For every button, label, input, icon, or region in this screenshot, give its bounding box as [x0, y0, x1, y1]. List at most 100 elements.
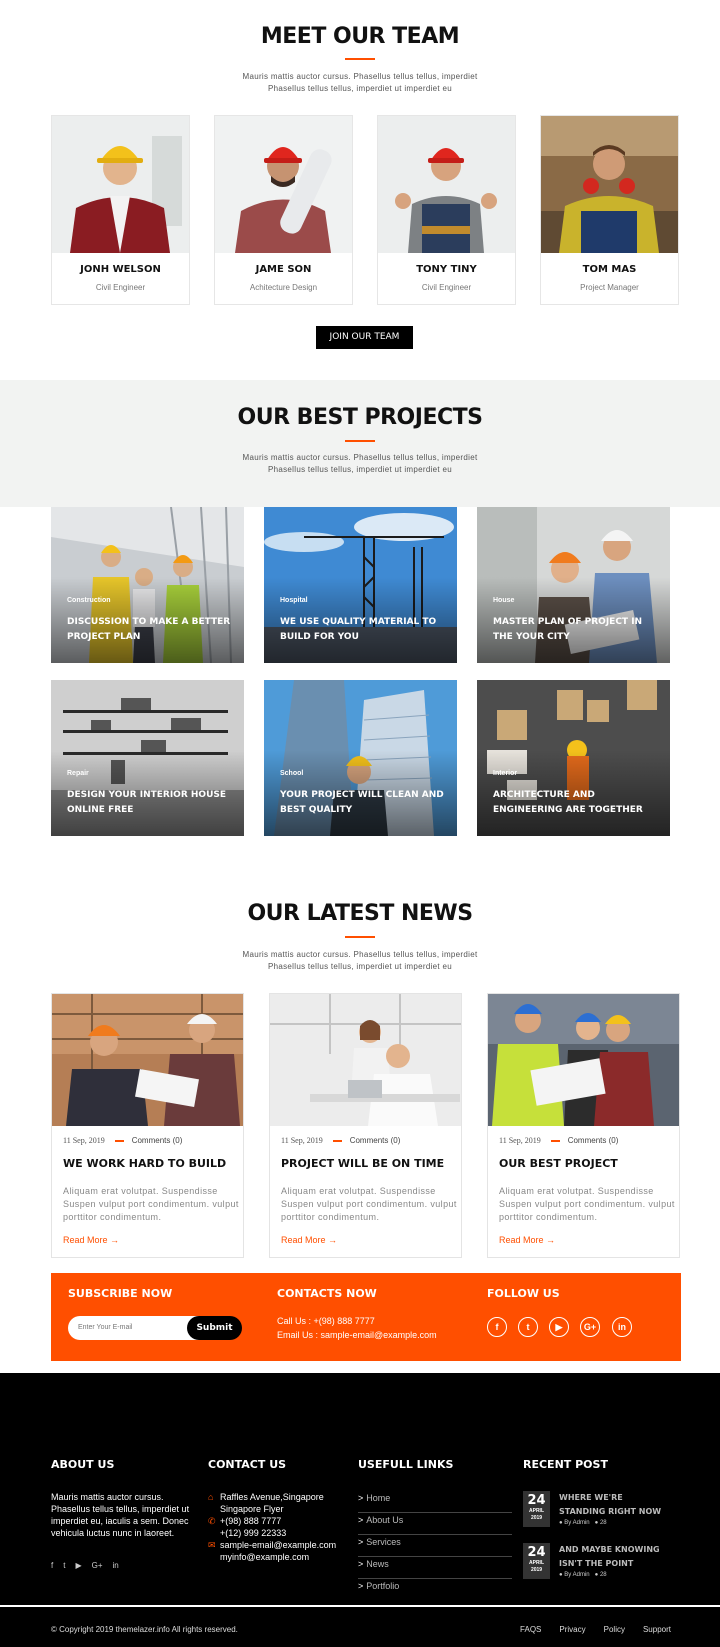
linkedin-icon[interactable]: in [113, 1561, 119, 1570]
subtitle-line: Mauris mattis auctor cursus. Phasellus t… [242, 950, 478, 959]
team-member-card[interactable]: JAME SON Achitecture Design [214, 115, 353, 305]
contact-email[interactable]: Email Us : sample-email@example.com [277, 1330, 437, 1340]
news-card[interactable]: 11 Sep, 2019 Comments (0) WE WORK HARD TO… [51, 993, 244, 1258]
arrow-right-icon: → [328, 1235, 338, 1245]
project-title[interactable]: DISCUSSION TO MAKE A BETTER PROJECT PLAN [67, 615, 232, 645]
project-category[interactable]: Hospital [280, 597, 308, 604]
linkedin-icon[interactable]: in [612, 1317, 632, 1337]
project-card[interactable]: Repair DESIGN YOUR INTERIOR HOUSE ONLINE… [51, 680, 244, 836]
project-title[interactable]: DESIGN YOUR INTERIOR HOUSE ONLINE FREE [67, 788, 232, 818]
footer-social: f t ▶ G+ in [51, 1561, 119, 1570]
team-member-role: Civil Engineer [421, 283, 472, 292]
project-title[interactable]: YOUR PROJECT WILL CLEAN AND BEST QUALITY [280, 788, 445, 818]
email-address[interactable]: myinfo@example.com [220, 1551, 309, 1563]
news-card[interactable]: 11 Sep, 2019 Comments (0) PROJECT WILL BE… [269, 993, 462, 1258]
phone-icon: ✆ [208, 1516, 216, 1526]
news-comments-link[interactable]: Comments (0) [568, 1136, 619, 1145]
team-member-role: Achitecture Design [249, 283, 318, 292]
news-meta: 11 Sep, 2019 Comments (0) [63, 1136, 182, 1145]
join-team-button[interactable]: JOIN OUR TEAM [316, 326, 413, 349]
footer-link-label: Home [366, 1493, 391, 1503]
project-category[interactable]: Repair [67, 770, 89, 777]
youtube-icon[interactable]: ▶ [75, 1561, 81, 1570]
project-card[interactable]: Hospital WE USE QUALITY MATERIAL TO BUIL… [264, 507, 457, 663]
youtube-icon[interactable]: ▶ [549, 1317, 569, 1337]
team-member-photo [215, 116, 352, 253]
read-more-link[interactable]: Read More → [281, 1235, 337, 1245]
news-title[interactable]: PROJECT WILL BE ON TIME [281, 1157, 444, 1170]
subtitle-line: Phasellus tellus tellus, imperdiet ut im… [268, 84, 452, 93]
team-member-photo [52, 116, 189, 253]
team-member-photo [541, 116, 678, 253]
news-date: 11 Sep, 2019 [281, 1136, 323, 1145]
footer-link-news[interactable]: > News [358, 1557, 512, 1579]
footer-divider [0, 1605, 720, 1607]
read-more-link[interactable]: Read More → [499, 1235, 555, 1245]
team-member-card[interactable]: TONY TINY Civil Engineer [377, 115, 516, 305]
facebook-icon[interactable]: f [487, 1317, 507, 1337]
meta-dash [550, 1139, 560, 1142]
news-excerpt: Aliquam erat volutpat. Suspendisse Suspe… [499, 1186, 675, 1222]
twitter-icon[interactable]: t [63, 1561, 65, 1570]
home-icon: ⌂ [208, 1492, 214, 1502]
team-member-name: TONY TINY [416, 264, 477, 275]
projects-header-band [0, 380, 720, 507]
google-plus-icon[interactable]: G+ [580, 1317, 600, 1337]
footer-link-home[interactable]: > Home [358, 1491, 512, 1513]
team-member-name: JAME SON [255, 264, 312, 275]
project-title[interactable]: MASTER PLAN OF PROJECT IN THE YOUR CITY [493, 615, 658, 645]
support-link[interactable]: Support [643, 1625, 671, 1634]
recent-post-title[interactable]: AND MAYBE KNOWING ISN'T THE POINT [559, 1543, 669, 1571]
news-image [52, 994, 243, 1126]
facebook-icon[interactable]: f [51, 1561, 53, 1570]
arrow-right-icon: → [110, 1235, 120, 1245]
privacy-link[interactable]: Privacy [559, 1625, 585, 1634]
subscribe-submit-button[interactable]: Submit [187, 1316, 242, 1340]
news-section-title: OUR LATEST NEWS [247, 901, 473, 926]
read-more-label: Read More [63, 1235, 108, 1245]
project-category[interactable]: House [493, 597, 514, 604]
policy-link[interactable]: Policy [604, 1625, 625, 1634]
project-card[interactable]: Interior ARCHITECTURE AND ENGINEERING AR… [477, 680, 670, 836]
footer-link-about[interactable]: > About Us [358, 1513, 512, 1535]
news-section-subtitle: Mauris mattis auctor cursus. Phasellus t… [0, 949, 720, 973]
news-title[interactable]: WE WORK HARD TO BUILD [63, 1157, 226, 1170]
news-comments-link[interactable]: Comments (0) [350, 1136, 401, 1145]
footer-link-label: News [366, 1559, 389, 1569]
google-plus-icon[interactable]: G+ [92, 1561, 103, 1570]
footer-link-label: Services [366, 1537, 401, 1547]
footer-about-heading: ABOUT US [51, 1458, 115, 1471]
news-card[interactable]: 11 Sep, 2019 Comments (0) OUR BEST PROJEC… [487, 993, 680, 1258]
news-comments-link[interactable]: Comments (0) [132, 1136, 183, 1145]
project-card[interactable]: House MASTER PLAN OF PROJECT IN THE YOUR… [477, 507, 670, 663]
arrow-right-icon: → [546, 1235, 556, 1245]
project-category[interactable]: Construction [67, 597, 111, 604]
read-more-link[interactable]: Read More → [63, 1235, 119, 1245]
twitter-icon[interactable]: t [518, 1317, 538, 1337]
project-title[interactable]: ARCHITECTURE AND ENGINEERING ARE TOGETHE… [493, 788, 658, 818]
post-date-badge: 24 APRIL 2019 [523, 1491, 550, 1527]
team-member-card[interactable]: JONH WELSON Civil Engineer [51, 115, 190, 305]
team-member-card[interactable]: TOM MAS Project Manager [540, 115, 679, 305]
project-title[interactable]: WE USE QUALITY MATERIAL TO BUILD FOR YOU [280, 615, 445, 645]
team-member-photo [378, 116, 515, 253]
faqs-link[interactable]: FAQS [520, 1625, 541, 1634]
footer-link-portfolio[interactable]: > Portfolio [358, 1579, 512, 1601]
footer-link-label: Portfolio [366, 1581, 400, 1591]
project-card[interactable]: School YOUR PROJECT WILL CLEAN AND BEST … [264, 680, 457, 836]
project-category[interactable]: Interior [493, 770, 517, 777]
email-address[interactable]: sample-email@example.com [220, 1539, 336, 1551]
subtitle-line: Phasellus tellus tellus, imperdiet ut im… [268, 465, 452, 474]
news-title[interactable]: OUR BEST PROJECT [499, 1157, 618, 1170]
project-category[interactable]: School [280, 770, 303, 777]
recent-post-title[interactable]: WHERE WE'RE STANDING RIGHT NOW [559, 1491, 669, 1519]
footer-link-services[interactable]: > Services [358, 1535, 512, 1557]
project-card[interactable]: Construction DISCUSSION TO MAKE A BETTER… [51, 507, 244, 663]
post-author: By Admin [564, 1572, 590, 1578]
meta-dash [114, 1139, 124, 1142]
post-author: By Admin [564, 1520, 590, 1526]
recent-post-meta: ● By Admin ● 28 [559, 1520, 607, 1526]
subscribe-heading: SUBSCRIBE NOW [68, 1287, 173, 1300]
meta-dash [332, 1139, 342, 1142]
footer-bottom-links: FAQS Privacy Policy Support [520, 1625, 671, 1634]
